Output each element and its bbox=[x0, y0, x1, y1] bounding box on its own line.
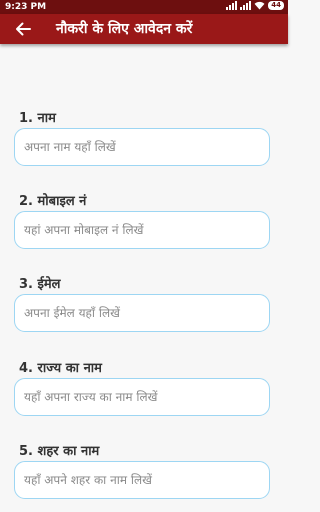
back-button[interactable] bbox=[12, 18, 34, 40]
wifi-icon bbox=[254, 1, 265, 10]
name-label: 1. नाम bbox=[19, 111, 56, 126]
status-bar: 9:23 PM 44 bbox=[0, 0, 288, 14]
signal-icon bbox=[240, 1, 252, 10]
mobile-label: 2. मोबाइल नं bbox=[19, 194, 87, 209]
state-label: 4. राज्य का नाम bbox=[19, 361, 102, 376]
email-label: 3. ईमेल bbox=[19, 277, 61, 292]
status-icons: 44 bbox=[226, 1, 284, 10]
arrow-left-icon bbox=[16, 22, 31, 36]
city-label: 5. शहर का नाम bbox=[19, 444, 100, 459]
email-input[interactable] bbox=[14, 294, 270, 332]
status-time: 9:23 PM bbox=[5, 2, 47, 12]
page-title: नौकरी के लिए आवेदन करें bbox=[56, 21, 193, 37]
app-bar: नौकरी के लिए आवेदन करें bbox=[0, 14, 288, 44]
name-input[interactable] bbox=[14, 128, 270, 166]
city-input[interactable] bbox=[14, 461, 270, 499]
signal-icon bbox=[226, 1, 238, 10]
state-input[interactable] bbox=[14, 378, 270, 416]
mobile-input[interactable] bbox=[14, 211, 270, 249]
battery-icon: 44 bbox=[268, 1, 284, 10]
